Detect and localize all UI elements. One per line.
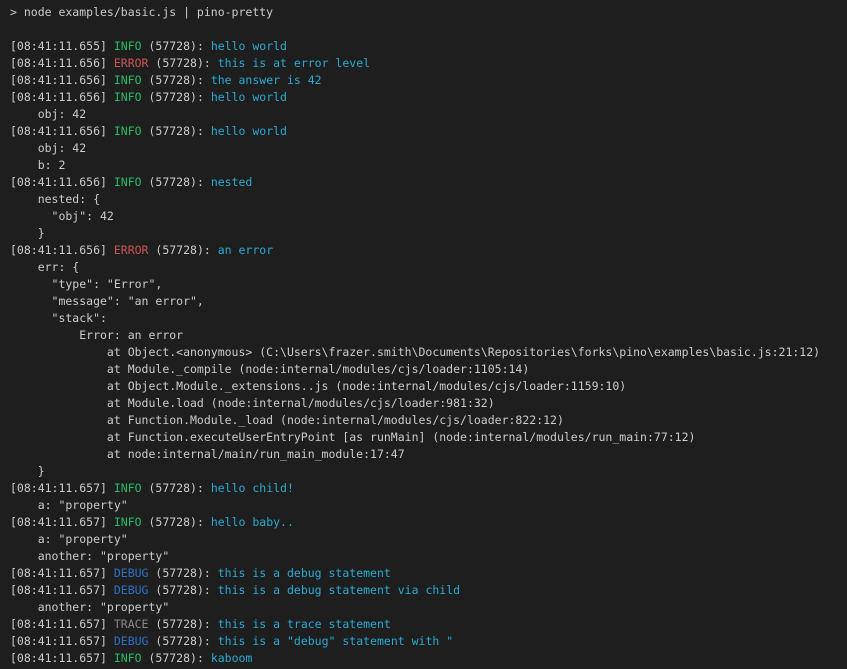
log-timestamp: [08:41:11.656]: [10, 124, 114, 138]
log-level-trace: TRACE: [114, 617, 149, 631]
log-level-info: INFO: [114, 515, 142, 529]
log-message: hello baby..: [211, 515, 294, 529]
log-level-debug: DEBUG: [114, 566, 149, 580]
log-timestamp: [08:41:11.656]: [10, 73, 114, 87]
log-line: [08:41:11.657] DEBUG (57728): this is a …: [10, 633, 847, 650]
log-message: this is a "debug" statement with ": [218, 634, 453, 648]
log-timestamp: [08:41:11.657]: [10, 651, 114, 665]
detail-line: at Object.<anonymous> (C:\Users\frazer.s…: [10, 344, 847, 361]
log-line: [08:41:11.657] DEBUG (57728): this is a …: [10, 565, 847, 582]
detail-line: }: [10, 225, 847, 242]
detail-line: obj: 42: [10, 106, 847, 123]
log-message: this is a debug statement via child: [218, 583, 460, 597]
log-message: this is at error level: [218, 56, 370, 70]
log-pid: (57728):: [142, 39, 211, 53]
detail-line: at Object.Module._extensions..js (node:i…: [10, 378, 847, 395]
log-line: [08:41:11.657] TRACE (57728): this is a …: [10, 616, 847, 633]
log-timestamp: [08:41:11.655]: [10, 39, 114, 53]
log-level-info: INFO: [114, 124, 142, 138]
log-level-info: INFO: [114, 481, 142, 495]
log-pid: (57728):: [142, 124, 211, 138]
log-line: [08:41:11.656] INFO (57728): the answer …: [10, 72, 847, 89]
log-message: hello world: [211, 90, 287, 104]
detail-line: at Module._compile (node:internal/module…: [10, 361, 847, 378]
log-pid: (57728):: [148, 583, 217, 597]
blank-line: [10, 21, 847, 38]
log-line: [08:41:11.655] INFO (57728): hello world: [10, 38, 847, 55]
log-line: [08:41:11.657] INFO (57728): hello child…: [10, 480, 847, 497]
log-pid: (57728):: [148, 617, 217, 631]
terminal-output[interactable]: > node examples/basic.js | pino-pretty […: [0, 0, 847, 669]
log-level-info: INFO: [114, 175, 142, 189]
detail-line: a: "property": [10, 497, 847, 514]
log-message: this is a debug statement: [218, 566, 391, 580]
log-message: kaboom: [211, 651, 253, 665]
log-pid: (57728):: [142, 651, 211, 665]
detail-line: "message": "an error",: [10, 293, 847, 310]
detail-line: at Function.Module._load (node:internal/…: [10, 412, 847, 429]
log-pid: (57728):: [148, 566, 217, 580]
detail-line: "type": "Error",: [10, 276, 847, 293]
detail-line: a: "property": [10, 531, 847, 548]
log-level-info: INFO: [114, 90, 142, 104]
log-timestamp: [08:41:11.656]: [10, 56, 114, 70]
log-line: [08:41:11.657] INFO (57728): kaboom: [10, 650, 847, 667]
log-level-info: INFO: [114, 39, 142, 53]
detail-line: another: "property": [10, 599, 847, 616]
detail-line: err: {: [10, 259, 847, 276]
log-pid: (57728):: [142, 481, 211, 495]
log-message: an error: [218, 243, 273, 257]
log-timestamp: [08:41:11.657]: [10, 481, 114, 495]
log-message: the answer is 42: [211, 73, 322, 87]
log-timestamp: [08:41:11.656]: [10, 243, 114, 257]
log-message: hello child!: [211, 481, 294, 495]
log-level-error: ERROR: [114, 56, 149, 70]
log-line: [08:41:11.656] INFO (57728): nested: [10, 174, 847, 191]
log-level-error: ERROR: [114, 243, 149, 257]
log-pid: (57728):: [142, 515, 211, 529]
log-level-info: INFO: [114, 651, 142, 665]
log-pid: (57728):: [148, 56, 217, 70]
detail-line: nested: {: [10, 191, 847, 208]
log-message: hello world: [211, 124, 287, 138]
log-pid: (57728):: [148, 243, 217, 257]
log-timestamp: [08:41:11.656]: [10, 175, 114, 189]
detail-line: }: [10, 463, 847, 480]
detail-line: b: 2: [10, 157, 847, 174]
log-pid: (57728):: [142, 175, 211, 189]
log-timestamp: [08:41:11.657]: [10, 634, 114, 648]
log-timestamp: [08:41:11.657]: [10, 515, 114, 529]
log-pid: (57728):: [142, 73, 211, 87]
detail-line: at node:internal/main/run_main_module:17…: [10, 446, 847, 463]
log-message: nested: [211, 175, 253, 189]
log-line: [08:41:11.657] DEBUG (57728): this is a …: [10, 582, 847, 599]
log-level-debug: DEBUG: [114, 583, 149, 597]
detail-line: obj: 42: [10, 140, 847, 157]
log-timestamp: [08:41:11.657]: [10, 583, 114, 597]
log-timestamp: [08:41:11.656]: [10, 90, 114, 104]
log-level-info: INFO: [114, 73, 142, 87]
detail-line: "stack":: [10, 310, 847, 327]
log-line: [08:41:11.656] ERROR (57728): an error: [10, 242, 847, 259]
log-line: [08:41:11.656] ERROR (57728): this is at…: [10, 55, 847, 72]
log-line: [08:41:11.656] INFO (57728): hello world: [10, 123, 847, 140]
log-line: [08:41:11.657] INFO (57728): hello baby.…: [10, 514, 847, 531]
log-message: hello world: [211, 39, 287, 53]
log-timestamp: [08:41:11.657]: [10, 617, 114, 631]
log-level-debug: DEBUG: [114, 634, 149, 648]
detail-line: Error: an error: [10, 327, 847, 344]
log-timestamp: [08:41:11.657]: [10, 566, 114, 580]
detail-line: at Function.executeUserEntryPoint [as ru…: [10, 429, 847, 446]
log-pid: (57728):: [148, 634, 217, 648]
command-line: > node examples/basic.js | pino-pretty: [10, 4, 847, 21]
detail-line: at Module.load (node:internal/modules/cj…: [10, 395, 847, 412]
detail-line: "obj": 42: [10, 208, 847, 225]
log-pid: (57728):: [142, 90, 211, 104]
detail-line: another: "property": [10, 548, 847, 565]
log-line: [08:41:11.656] INFO (57728): hello world: [10, 89, 847, 106]
log-message: this is a trace statement: [218, 617, 391, 631]
